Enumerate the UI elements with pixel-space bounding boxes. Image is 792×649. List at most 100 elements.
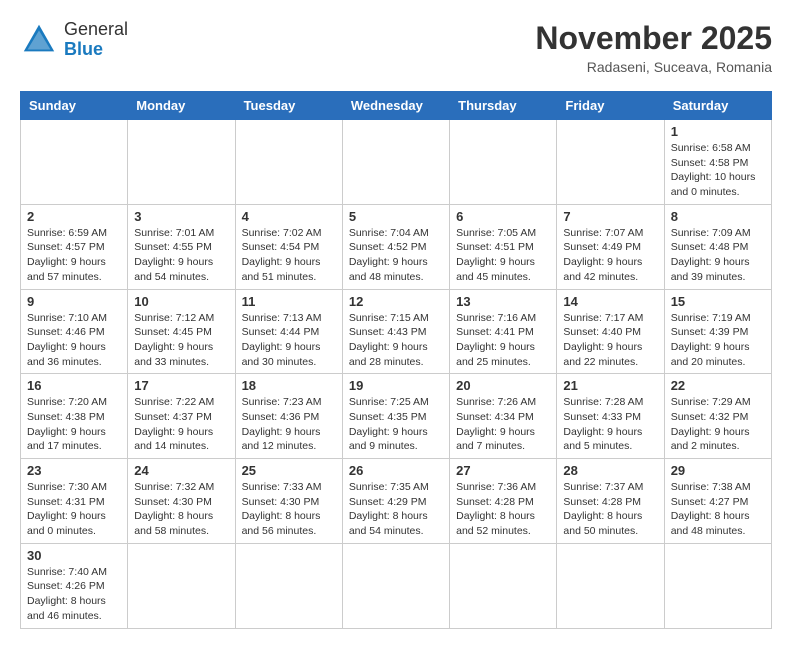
week-row-3: 9Sunrise: 7:10 AM Sunset: 4:46 PM Daylig… xyxy=(21,289,772,374)
day-info: Sunrise: 7:37 AM Sunset: 4:28 PM Dayligh… xyxy=(563,480,657,539)
day-info: Sunrise: 7:30 AM Sunset: 4:31 PM Dayligh… xyxy=(27,480,121,539)
day-info: Sunrise: 7:22 AM Sunset: 4:37 PM Dayligh… xyxy=(134,395,228,454)
calendar-cell xyxy=(128,120,235,205)
day-number: 17 xyxy=(134,378,228,393)
day-number: 25 xyxy=(242,463,336,478)
day-info: Sunrise: 7:29 AM Sunset: 4:32 PM Dayligh… xyxy=(671,395,765,454)
calendar-cell: 1 Sunrise: 6:58 AM Sunset: 4:58 PM Daylig… xyxy=(664,120,771,205)
calendar-cell xyxy=(21,120,128,205)
logo-icon xyxy=(20,21,58,59)
day-info: Sunrise: 7:12 AM Sunset: 4:45 PM Dayligh… xyxy=(134,311,228,370)
day-number: 23 xyxy=(27,463,121,478)
calendar-cell: 10 Sunrise: 7:12 AM Sunset: 4:45 PM Dayli… xyxy=(128,289,235,374)
calendar-cell: 9Sunrise: 7:10 AM Sunset: 4:46 PM Daylig… xyxy=(21,289,128,374)
week-row-5: 23 Sunrise: 7:30 AM Sunset: 4:31 PM Dayli… xyxy=(21,459,772,544)
calendar-cell: 7 Sunrise: 7:07 AM Sunset: 4:49 PM Daylig… xyxy=(557,204,664,289)
logo: General Blue xyxy=(20,20,128,60)
day-info: Sunrise: 7:17 AM Sunset: 4:40 PM Dayligh… xyxy=(563,311,657,370)
day-number: 29 xyxy=(671,463,765,478)
calendar-cell: 29 Sunrise: 7:38 AM Sunset: 4:27 PM Dayli… xyxy=(664,459,771,544)
calendar-cell: 5Sunrise: 7:04 AM Sunset: 4:52 PM Daylig… xyxy=(342,204,449,289)
calendar-cell: 20 Sunrise: 7:26 AM Sunset: 4:34 PM Dayli… xyxy=(450,374,557,459)
day-number: 9 xyxy=(27,294,121,309)
calendar-cell: 12 Sunrise: 7:15 AM Sunset: 4:43 PM Dayli… xyxy=(342,289,449,374)
day-number: 2 xyxy=(27,209,121,224)
page-header: General Blue November 2025 Radaseni, Suc… xyxy=(20,20,772,75)
day-info: Sunrise: 7:33 AM Sunset: 4:30 PM Dayligh… xyxy=(242,480,336,539)
day-number: 20 xyxy=(456,378,550,393)
calendar-cell: 17 Sunrise: 7:22 AM Sunset: 4:37 PM Dayli… xyxy=(128,374,235,459)
col-header-thursday: Thursday xyxy=(450,92,557,120)
calendar-cell: 18Sunrise: 7:23 AM Sunset: 4:36 PM Dayli… xyxy=(235,374,342,459)
col-header-friday: Friday xyxy=(557,92,664,120)
calendar-cell xyxy=(450,120,557,205)
month-title: November 2025 xyxy=(535,20,772,57)
col-header-monday: Monday xyxy=(128,92,235,120)
calendar-cell: 13Sunrise: 7:16 AM Sunset: 4:41 PM Dayli… xyxy=(450,289,557,374)
calendar-cell: 11 Sunrise: 7:13 AM Sunset: 4:44 PM Dayli… xyxy=(235,289,342,374)
day-number: 11 xyxy=(242,294,336,309)
day-info: Sunrise: 7:07 AM Sunset: 4:49 PM Dayligh… xyxy=(563,226,657,285)
calendar-cell: 2Sunrise: 6:59 AM Sunset: 4:57 PM Daylig… xyxy=(21,204,128,289)
calendar-cell: 30Sunrise: 7:40 AM Sunset: 4:26 PM Dayli… xyxy=(21,543,128,628)
day-number: 28 xyxy=(563,463,657,478)
day-number: 26 xyxy=(349,463,443,478)
calendar-table: SundayMondayTuesdayWednesdayThursdayFrid… xyxy=(20,91,772,629)
day-info: Sunrise: 7:32 AM Sunset: 4:30 PM Dayligh… xyxy=(134,480,228,539)
day-number: 15 xyxy=(671,294,765,309)
week-row-1: 1 Sunrise: 6:58 AM Sunset: 4:58 PM Daylig… xyxy=(21,120,772,205)
calendar-cell: 14 Sunrise: 7:17 AM Sunset: 4:40 PM Dayli… xyxy=(557,289,664,374)
day-number: 1 xyxy=(671,124,765,139)
calendar-cell xyxy=(235,120,342,205)
calendar-cell: 21Sunrise: 7:28 AM Sunset: 4:33 PM Dayli… xyxy=(557,374,664,459)
day-info: Sunrise: 7:25 AM Sunset: 4:35 PM Dayligh… xyxy=(349,395,443,454)
day-number: 19 xyxy=(349,378,443,393)
week-row-2: 2Sunrise: 6:59 AM Sunset: 4:57 PM Daylig… xyxy=(21,204,772,289)
logo-text: General Blue xyxy=(64,20,128,60)
day-number: 22 xyxy=(671,378,765,393)
day-info: Sunrise: 7:36 AM Sunset: 4:28 PM Dayligh… xyxy=(456,480,550,539)
location: Radaseni, Suceava, Romania xyxy=(535,59,772,75)
calendar-cell: 6Sunrise: 7:05 AM Sunset: 4:51 PM Daylig… xyxy=(450,204,557,289)
day-info: Sunrise: 7:38 AM Sunset: 4:27 PM Dayligh… xyxy=(671,480,765,539)
calendar-cell: 8 Sunrise: 7:09 AM Sunset: 4:48 PM Daylig… xyxy=(664,204,771,289)
day-number: 14 xyxy=(563,294,657,309)
calendar-cell: 3Sunrise: 7:01 AM Sunset: 4:55 PM Daylig… xyxy=(128,204,235,289)
day-info: Sunrise: 7:35 AM Sunset: 4:29 PM Dayligh… xyxy=(349,480,443,539)
calendar-cell xyxy=(342,120,449,205)
calendar-cell: 22 Sunrise: 7:29 AM Sunset: 4:32 PM Dayli… xyxy=(664,374,771,459)
day-info: Sunrise: 6:58 AM Sunset: 4:58 PM Dayligh… xyxy=(671,141,765,200)
calendar-cell: 24Sunrise: 7:32 AM Sunset: 4:30 PM Dayli… xyxy=(128,459,235,544)
calendar-cell: 25 Sunrise: 7:33 AM Sunset: 4:30 PM Dayli… xyxy=(235,459,342,544)
day-number: 13 xyxy=(456,294,550,309)
day-info: Sunrise: 7:23 AM Sunset: 4:36 PM Dayligh… xyxy=(242,395,336,454)
day-info: Sunrise: 7:02 AM Sunset: 4:54 PM Dayligh… xyxy=(242,226,336,285)
calendar-cell: 19 Sunrise: 7:25 AM Sunset: 4:35 PM Dayli… xyxy=(342,374,449,459)
col-header-saturday: Saturday xyxy=(664,92,771,120)
day-number: 10 xyxy=(134,294,228,309)
calendar-cell xyxy=(342,543,449,628)
calendar-cell xyxy=(128,543,235,628)
day-info: Sunrise: 7:09 AM Sunset: 4:48 PM Dayligh… xyxy=(671,226,765,285)
calendar-cell xyxy=(557,543,664,628)
calendar-cell: 4Sunrise: 7:02 AM Sunset: 4:54 PM Daylig… xyxy=(235,204,342,289)
day-info: Sunrise: 7:19 AM Sunset: 4:39 PM Dayligh… xyxy=(671,311,765,370)
calendar-cell: 26 Sunrise: 7:35 AM Sunset: 4:29 PM Dayli… xyxy=(342,459,449,544)
calendar-cell xyxy=(557,120,664,205)
day-number: 7 xyxy=(563,209,657,224)
calendar-cell: 23 Sunrise: 7:30 AM Sunset: 4:31 PM Dayli… xyxy=(21,459,128,544)
day-number: 8 xyxy=(671,209,765,224)
week-row-6: 30Sunrise: 7:40 AM Sunset: 4:26 PM Dayli… xyxy=(21,543,772,628)
week-row-4: 16Sunrise: 7:20 AM Sunset: 4:38 PM Dayli… xyxy=(21,374,772,459)
col-header-wednesday: Wednesday xyxy=(342,92,449,120)
day-info: Sunrise: 7:13 AM Sunset: 4:44 PM Dayligh… xyxy=(242,311,336,370)
calendar-cell xyxy=(235,543,342,628)
day-info: Sunrise: 7:15 AM Sunset: 4:43 PM Dayligh… xyxy=(349,311,443,370)
calendar-cell: 28 Sunrise: 7:37 AM Sunset: 4:28 PM Dayli… xyxy=(557,459,664,544)
day-info: Sunrise: 7:26 AM Sunset: 4:34 PM Dayligh… xyxy=(456,395,550,454)
day-number: 21 xyxy=(563,378,657,393)
day-info: Sunrise: 7:01 AM Sunset: 4:55 PM Dayligh… xyxy=(134,226,228,285)
calendar-cell xyxy=(450,543,557,628)
day-number: 12 xyxy=(349,294,443,309)
calendar-cell: 27Sunrise: 7:36 AM Sunset: 4:28 PM Dayli… xyxy=(450,459,557,544)
